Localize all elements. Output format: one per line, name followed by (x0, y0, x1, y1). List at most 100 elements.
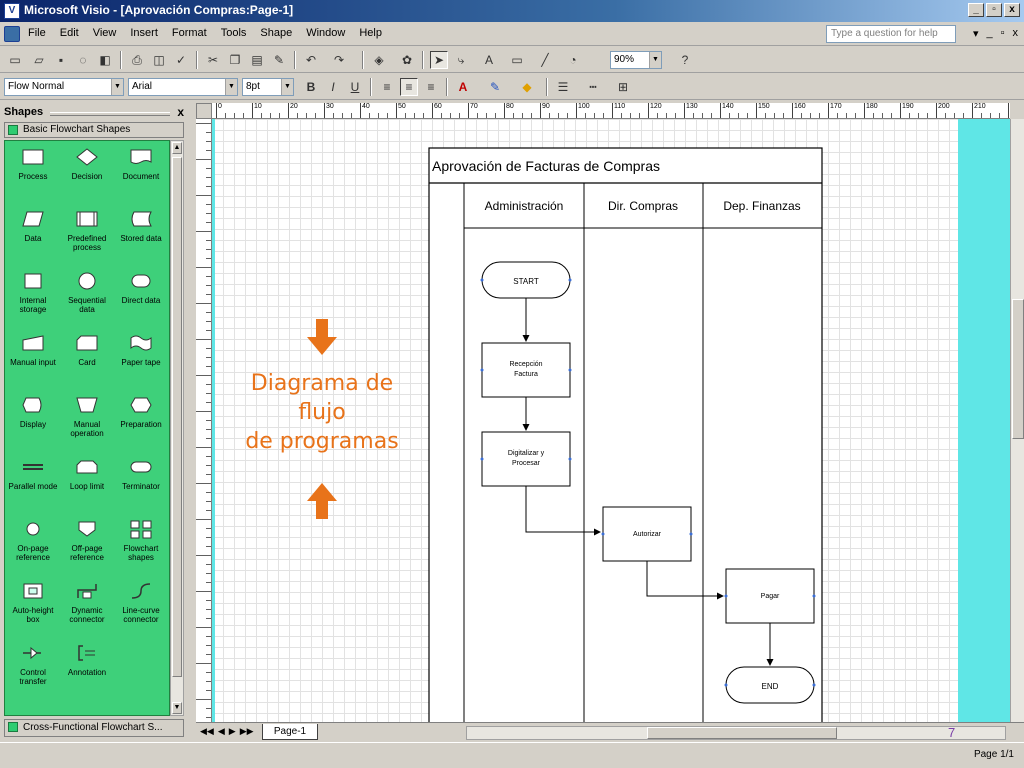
text-tool-icon[interactable]: A (480, 51, 498, 69)
stencil-scrollbar[interactable]: ▲ ▼ (170, 140, 184, 716)
horizontal-ruler[interactable]: 0 10 20 30 40 50 60 70 80 90 100 110 120 130 140 150 160… (196, 103, 1010, 119)
drawing-canvas[interactable]: Aprovación de Facturas de Compras Admini… (212, 119, 1010, 722)
italic-button[interactable]: I (324, 78, 342, 96)
undo-icon[interactable]: ↶ (302, 51, 320, 69)
page-tab-page-1[interactable]: Page-1 (262, 724, 318, 740)
visio-app-icon[interactable]: V (4, 3, 20, 19)
recepcion-process[interactable] (481, 342, 571, 398)
rotate-tool-icon[interactable]: ◔ (564, 51, 582, 69)
help-search-input[interactable]: Type a question for help (826, 25, 956, 43)
line-ends-icon[interactable]: ⊞ (614, 78, 632, 96)
style-combo[interactable]: Flow Normal ▼ (4, 78, 124, 96)
line-tool-icon[interactable]: ╱ (536, 51, 554, 69)
minimize-button[interactable]: _ (968, 3, 984, 17)
stencil-shape-line-curve-connector[interactable]: Line-curve connector (115, 581, 167, 624)
line-pattern-icon[interactable]: ┅ (584, 78, 602, 96)
pointer-tool-icon[interactable]: ➤ (430, 51, 448, 69)
doc-minimize-button[interactable]: _ (986, 27, 992, 40)
scroll-up-icon[interactable]: ▲ (172, 142, 182, 154)
line-color-icon[interactable]: ✎ (486, 78, 504, 96)
menu-file[interactable]: File (28, 27, 46, 39)
redo-icon[interactable]: ↷ (330, 51, 348, 69)
stencil-scroll-thumb[interactable] (172, 157, 182, 677)
lane-dir-compras[interactable]: Dir. Compras (608, 199, 678, 213)
close-shapes-icon[interactable]: x (177, 105, 184, 119)
chevron-down-icon[interactable]: ▼ (225, 79, 237, 95)
stencil-shape-paper-tape[interactable]: Paper tape (115, 333, 167, 367)
spelling-icon[interactable]: ✓ (172, 51, 190, 69)
canvas-vertical-scroll-thumb[interactable] (1012, 299, 1024, 439)
font-combo[interactable]: Arial ▼ (128, 78, 238, 96)
chevron-down-icon[interactable]: ▼ (281, 79, 293, 95)
font-size-combo[interactable]: 8pt ▼ (242, 78, 294, 96)
research-icon[interactable]: ◧ (96, 51, 114, 69)
align-right-icon[interactable]: ≡ (422, 78, 440, 96)
canvas-vertical-scrollbar[interactable] (1010, 119, 1024, 722)
layers-icon[interactable]: ✿ (398, 51, 416, 69)
chevron-down-icon[interactable]: ▼ (649, 52, 661, 68)
align-center-icon[interactable]: ≡ (400, 78, 418, 96)
stencil-shape-on-page-reference[interactable]: On-page reference (7, 519, 59, 562)
stencil-shape-dynamic-connector[interactable]: Dynamic connector (61, 581, 113, 624)
rectangle-tool-icon[interactable]: ▭ (508, 51, 526, 69)
menu-view[interactable]: View (93, 27, 117, 39)
stencil-shape-internal-storage[interactable]: Internal storage (7, 271, 59, 314)
shapes-icon[interactable]: ◈ (370, 51, 388, 69)
document-icon[interactable] (4, 26, 20, 42)
stencil-shape-predefined-process[interactable]: Predefined process (61, 209, 113, 252)
align-left-icon[interactable]: ≡ (378, 78, 396, 96)
menu-insert[interactable]: Insert (130, 27, 158, 39)
line-weight-icon[interactable]: ☰ (554, 78, 572, 96)
chevron-down-icon[interactable]: ▼ (111, 79, 123, 95)
scroll-down-icon[interactable]: ▼ (172, 702, 182, 714)
stencil-shape-annotation[interactable]: Annotation (61, 643, 113, 677)
menu-edit[interactable]: Edit (60, 27, 79, 39)
digitalizar-process[interactable] (481, 431, 571, 487)
bold-button[interactable]: B (302, 78, 320, 96)
canvas-horizontal-scroll-thumb[interactable] (647, 727, 837, 739)
stencil-shape-direct-data[interactable]: Direct data (115, 271, 167, 305)
new-icon[interactable]: ▭ (6, 51, 24, 69)
connector-tool-icon[interactable]: ⤷ (452, 51, 470, 69)
first-page-icon[interactable]: ◀◀ (200, 726, 214, 737)
next-page-icon[interactable]: ▶ (229, 726, 236, 737)
help-dropdown-icon[interactable]: ▾ (973, 27, 979, 40)
print-preview-icon[interactable]: ◫ (150, 51, 168, 69)
stencil-shape-flowchart-shapes[interactable]: Flowchart shapes (115, 519, 167, 562)
last-page-icon[interactable]: ▶▶ (240, 726, 254, 737)
diagram-title[interactable]: Aprovación de Facturas de Compras (432, 158, 660, 174)
stencil-shape-off-page-reference[interactable]: Off-page reference (61, 519, 113, 562)
prev-page-icon[interactable]: ◀ (218, 726, 225, 737)
format-painter-icon[interactable]: ✎ (270, 51, 288, 69)
zoom-combo[interactable]: 90% ▼ (610, 51, 662, 69)
menu-help[interactable]: Help (359, 27, 382, 39)
stencil-shape-document[interactable]: Document (115, 147, 167, 181)
doc-restore-button[interactable]: ▫ (1001, 27, 1005, 40)
maximize-button[interactable]: ▫ (986, 3, 1002, 17)
panel-grip[interactable] (50, 112, 170, 116)
font-color-icon[interactable]: A (454, 78, 472, 96)
stencil-shape-display[interactable]: Display (7, 395, 59, 429)
canvas-horizontal-scrollbar[interactable] (466, 726, 1006, 740)
print-icon[interactable]: ⎙ (128, 51, 146, 69)
save-icon[interactable]: ▪ (52, 51, 70, 69)
help-icon[interactable]: ? (676, 51, 694, 69)
lane-dep-finanzas[interactable]: Dep. Finanzas (723, 199, 800, 213)
fill-color-icon[interactable]: ◆ (518, 78, 536, 96)
stencil-shape-data[interactable]: Data (7, 209, 59, 243)
cut-icon[interactable]: ✂ (204, 51, 222, 69)
stencil-shape-sequential-data[interactable]: Sequential data (61, 271, 113, 314)
stencil-shape-decision[interactable]: Decision (61, 147, 113, 181)
lane-administracion[interactable]: Administración (485, 199, 564, 213)
stencil-shape-preparation[interactable]: Preparation (115, 395, 167, 429)
open-icon[interactable]: ▱ (30, 51, 48, 69)
stencil-shape-manual-operation[interactable]: Manual operation (61, 395, 113, 438)
menu-window[interactable]: Window (306, 27, 345, 39)
stencil-shape-manual-input[interactable]: Manual input (7, 333, 59, 367)
stencil-shape-card[interactable]: Card (61, 333, 113, 367)
cross-functional-stencil-bar[interactable]: Cross-Functional Flowchart S... (4, 719, 184, 737)
stencil-shape-parallel-mode[interactable]: Parallel mode (7, 457, 59, 491)
stencil-shape-control-transfer[interactable]: Control transfer (7, 643, 59, 686)
close-button[interactable]: x (1004, 3, 1020, 17)
menu-shape[interactable]: Shape (260, 27, 292, 39)
